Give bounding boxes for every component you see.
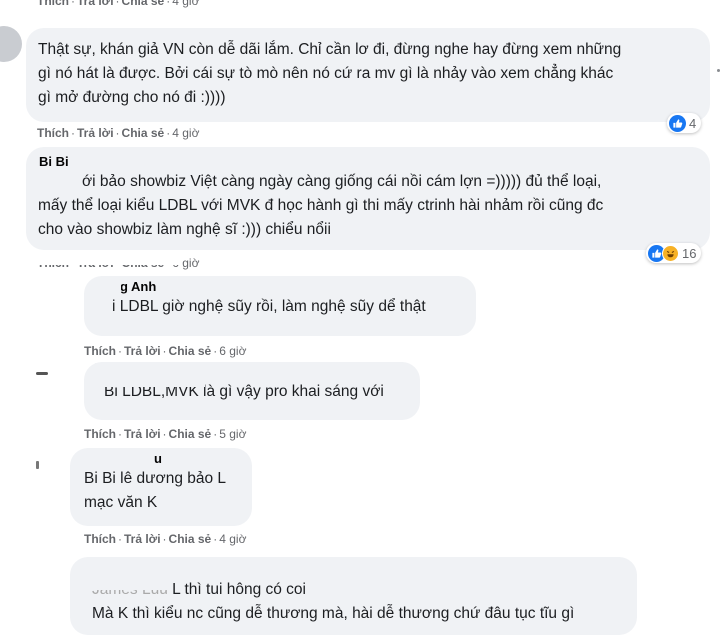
separator: ·: [166, 126, 171, 140]
separator: ·: [118, 344, 122, 358]
comment-bubble: Thật sự, khán giả VN còn dễ dãi lắm. Chỉ…: [26, 28, 710, 122]
scroll-marker: [717, 69, 720, 72]
comment-text: Thật sự, khán giả VN còn dễ dãi lắm. Chỉ…: [38, 41, 622, 58]
comment-text: Mà K thì kiểu nc cũng dễ thương mà, hài …: [92, 605, 575, 622]
reaction-summary[interactable]: 4: [667, 113, 702, 133]
comment-0-actions: Thích · Trả lời · Chia sẻ · 4 giờ: [37, 0, 199, 9]
separator: ·: [115, 0, 120, 8]
like-link[interactable]: Thích: [37, 126, 69, 140]
like-link[interactable]: Thích: [84, 344, 116, 358]
like-link[interactable]: Thích: [84, 532, 116, 546]
comment-text: gì nó hát là được. Bởi cái sự tò mò nên …: [38, 65, 614, 82]
separator: ·: [213, 344, 218, 358]
share-link[interactable]: Chia sẻ: [169, 532, 212, 546]
commenter-name[interactable]: ng Anh: [112, 279, 464, 295]
redaction: [34, 255, 180, 265]
separator: ·: [162, 344, 167, 358]
like-link[interactable]: Thích: [37, 0, 69, 8]
reply-2-actions: Thích · Trả lời · Chia sẻ · 5 giờ: [84, 426, 246, 442]
separator: ·: [166, 0, 171, 8]
reply-text: L thì tui hông có coi: [172, 581, 306, 598]
commenter-name[interactable]: Bi Bi: [39, 154, 698, 170]
timestamp: 4 giờ: [172, 126, 200, 140]
reply-bubble: ng Anh i LDBL giờ nghệ sũy rồi, làm nghệ…: [84, 276, 476, 336]
timestamp: 6 giờ: [219, 344, 247, 358]
comment-text: ới bảo showbiz Việt càng ngày càng giống…: [82, 173, 602, 190]
reply-bubble: James Luu L thì tui hông có coi Mà K thì…: [70, 557, 637, 635]
separator: ·: [162, 532, 167, 546]
reaction-count: 4: [689, 115, 697, 131]
like-link[interactable]: Thích: [84, 427, 116, 441]
share-link[interactable]: Chia sẻ: [169, 344, 212, 358]
reaction-count: 16: [682, 245, 697, 261]
avatar-edge: [36, 461, 39, 469]
share-link[interactable]: Chia sẻ: [122, 126, 165, 140]
reply-1-actions: Thích · Trả lời · Chia sẻ · 6 giờ: [84, 343, 246, 359]
separator: ·: [71, 0, 75, 8]
commenter-name[interactable]: u: [154, 451, 240, 467]
reply-link[interactable]: Trả lời: [124, 344, 161, 358]
redaction: [95, 281, 121, 297]
redaction: [34, 172, 70, 192]
avatar[interactable]: [0, 26, 22, 62]
redaction: [80, 578, 170, 590]
comment-1-actions: Thích · Trả lời · Chia sẻ · 4 giờ: [37, 125, 199, 141]
separator: ·: [118, 427, 122, 441]
reaction-summary[interactable]: 16: [646, 243, 702, 263]
redaction: [80, 450, 150, 470]
separator: ·: [115, 126, 120, 140]
separator: ·: [71, 126, 75, 140]
separator: ·: [213, 532, 218, 546]
comment-bubble: Bi Bi ới bảo showbiz Việt càng ngày càng…: [26, 147, 710, 250]
reply-3-actions: Thích · Trả lời · Chia sẻ · 4 giờ: [84, 531, 246, 547]
comment-text: mạc văn K: [84, 494, 158, 511]
comment-text: i LDBL giờ nghệ sũy rồi, làm nghệ sũy dể…: [112, 298, 426, 315]
share-link[interactable]: Chia sẻ: [169, 427, 212, 441]
separator: ·: [213, 427, 218, 441]
reply-link[interactable]: Trả lời: [124, 532, 161, 546]
reply-link[interactable]: Trả lời: [124, 427, 161, 441]
separator: ·: [118, 532, 122, 546]
comment-text: cho vào showbiz làm nghệ sĩ :))) chiểu n…: [38, 221, 331, 238]
timestamp: 4 giờ: [172, 0, 200, 8]
timestamp: 5 giờ: [219, 427, 247, 441]
separator: ·: [162, 427, 167, 441]
timestamp: 4 giờ: [219, 532, 247, 546]
reply-link[interactable]: Trả lời: [77, 126, 114, 140]
comment-text: gì mở đường cho nó đi :)))): [38, 89, 226, 106]
like-reaction-icon: [669, 114, 686, 132]
reply-link[interactable]: Trả lời: [77, 0, 114, 8]
avatar-edge: [36, 372, 48, 375]
comment-text: mấy thể loại kiểu LDBL với MVK đ học hàn…: [38, 197, 604, 214]
redaction: [95, 363, 205, 387]
share-link[interactable]: Chia sẻ: [122, 0, 165, 8]
comment-text: Bi Bi lê dương bảo L: [84, 470, 227, 487]
haha-reaction-icon: [662, 244, 679, 262]
